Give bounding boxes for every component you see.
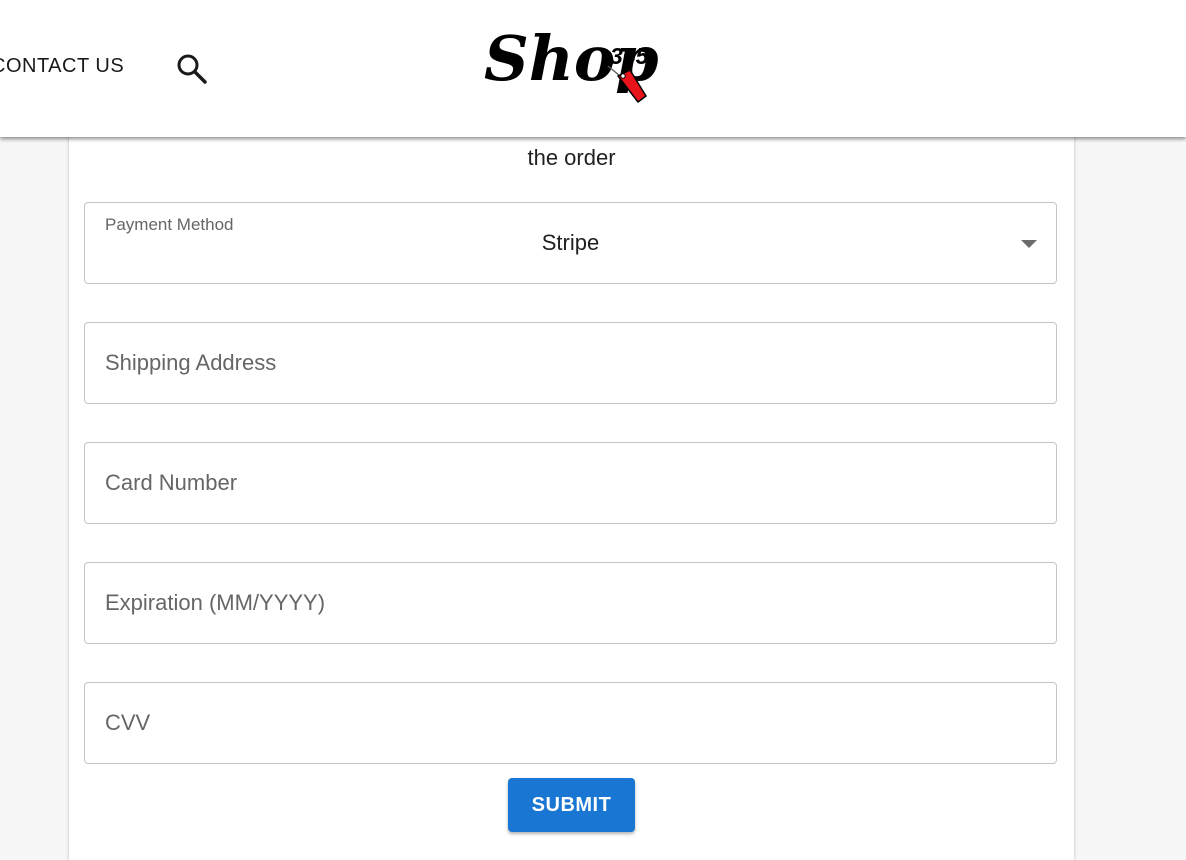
shipping-address-placeholder: Shipping Address [105,350,277,375]
cvv-input[interactable]: CVV [84,682,1057,764]
shipping-address-input[interactable]: Shipping Address [84,322,1057,404]
logo-superscript: 365 [610,43,650,69]
payment-method-value: Stripe [541,230,600,255]
search-icon [177,54,207,84]
expiration-input[interactable]: Expiration (MM/YYYY) [84,562,1057,644]
payment-method-select[interactable]: Payment Method Stripe [84,202,1057,284]
search-button[interactable] [174,51,210,85]
cvv-placeholder: CVV [105,710,151,735]
dropdown-arrow-icon [1021,240,1037,248]
nav-contact-us-link[interactable]: CONTACT US [0,55,124,78]
card-number-input[interactable]: Card Number [84,442,1057,524]
expiration-placeholder: Expiration (MM/YYYY) [105,590,326,615]
submit-button[interactable]: SUBMIT [508,778,635,832]
card-number-placeholder: Card Number [105,470,238,495]
shop365-logo[interactable]: Shop 365 [480,18,665,110]
form-subtitle: the order [527,145,616,170]
site-header: CONTACT US Shop 365 [0,0,1186,137]
